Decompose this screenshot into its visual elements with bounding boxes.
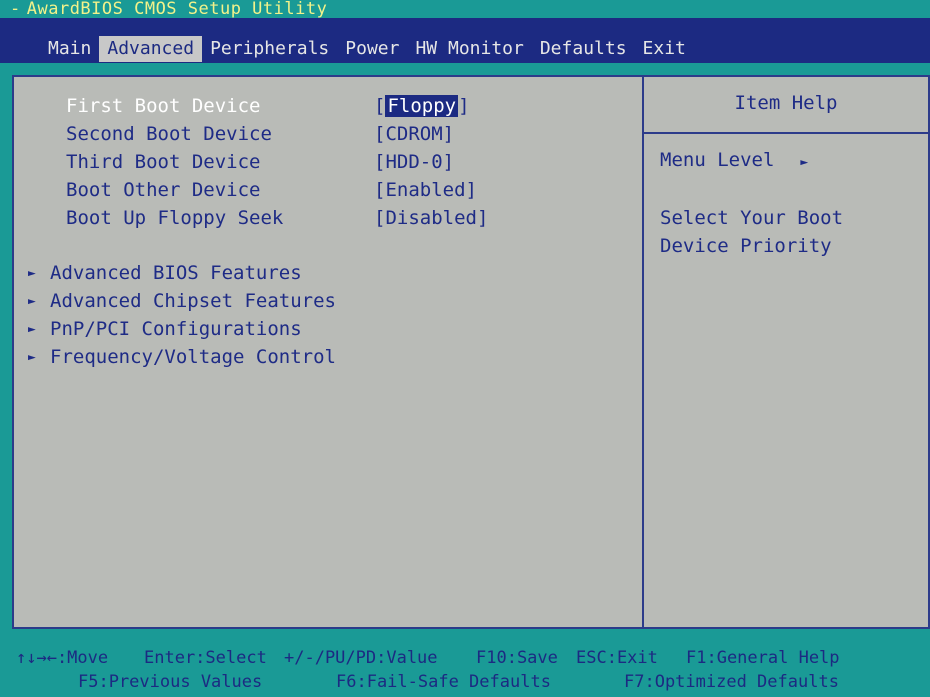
submenu-label: Advanced Chipset Features: [50, 290, 336, 312]
key-hint-previous-values: F5:Previous Values: [78, 672, 263, 692]
help-description: Select Your Boot Device Priority: [660, 207, 844, 257]
submenu-arrow-icon: ►: [28, 322, 36, 337]
title-dash: -: [10, 0, 21, 19]
submenu-label: Advanced BIOS Features: [50, 262, 302, 284]
setting-label: First Boot Device: [66, 95, 261, 117]
tab-exit[interactable]: Exit: [635, 36, 694, 62]
item-help-panel: Item Help Menu Level ► Select Your Boot D…: [644, 75, 930, 629]
submenu-advanced-bios-features[interactable]: ► Advanced BIOS Features: [28, 260, 302, 287]
settings-panel: First Boot Device [Floppy] Second Boot D…: [12, 75, 644, 629]
key-hint-exit: ESC:Exit: [576, 648, 658, 668]
key-hint-save: F10:Save: [476, 648, 558, 668]
key-legend-line-2: F5:Previous Values F6:Fail-Safe Defaults F…: [78, 670, 839, 694]
menu-bar: Main Advanced Peripherals Power HW Monit…: [0, 18, 930, 63]
setting-label: Boot Other Device: [66, 179, 261, 201]
submenu-label: Frequency/Voltage Control: [50, 346, 336, 368]
key-hint-move: ↑↓→←:Move: [16, 648, 109, 668]
help-divider: [644, 132, 928, 134]
submenu-arrow-icon: ►: [28, 294, 36, 309]
tab-advanced[interactable]: Advanced: [99, 36, 203, 62]
tab-main[interactable]: Main: [40, 36, 99, 62]
tab-power[interactable]: Power: [337, 36, 407, 62]
setting-value[interactable]: [Enabled]: [374, 177, 477, 204]
app-title: AwardBIOS CMOS Setup Utility: [26, 0, 328, 19]
submenu-label: PnP/PCI Configurations: [50, 318, 302, 340]
key-legend: ↑↓→←:Move Enter:Select +/-/PU/PD:Value F10:…: [0, 640, 930, 697]
key-legend-line-1: ↑↓→←:Move Enter:Select +/-/PU/PD:Value F10:…: [16, 646, 840, 670]
submenu-frequency-voltage-control[interactable]: ► Frequency/Voltage Control: [28, 344, 336, 371]
key-hint-select: Enter:Select: [144, 648, 267, 668]
menu-level-arrow-icon: ►: [800, 155, 809, 170]
setting-label: Third Boot Device: [66, 151, 261, 173]
key-hint-optimized-defaults: F7:Optimized Defaults: [624, 672, 839, 692]
setting-value[interactable]: [HDD-0]: [374, 149, 454, 176]
setting-label: Second Boot Device: [66, 123, 272, 145]
title-bar: - AwardBIOS CMOS Setup Utility: [0, 0, 930, 18]
setting-label: Boot Up Floppy Seek: [66, 207, 284, 229]
tab-defaults[interactable]: Defaults: [532, 36, 635, 62]
tab-hw-monitor[interactable]: HW Monitor: [407, 36, 531, 62]
setting-value[interactable]: [CDROM]: [374, 121, 454, 148]
menu-level-label: Menu Level: [660, 149, 775, 171]
key-hint-value: +/-/PU/PD:Value: [284, 648, 438, 668]
key-hint-fail-safe-defaults: F6:Fail-Safe Defaults: [336, 672, 551, 692]
submenu-arrow-icon: ►: [28, 266, 36, 281]
setting-value[interactable]: [Disabled]: [374, 205, 488, 232]
tab-peripherals[interactable]: Peripherals: [202, 36, 337, 62]
menu-level: Menu Level ►: [660, 149, 808, 171]
help-title: Item Help: [734, 92, 838, 114]
submenu-pnp-pci-configurations[interactable]: ► PnP/PCI Configurations: [28, 316, 302, 343]
selected-value[interactable]: Floppy: [385, 95, 459, 117]
submenu-advanced-chipset-features[interactable]: ► Advanced Chipset Features: [28, 288, 336, 315]
key-hint-general-help: F1:General Help: [686, 648, 840, 668]
submenu-arrow-icon: ►: [28, 350, 36, 365]
setting-value[interactable]: [Floppy]: [374, 93, 470, 120]
